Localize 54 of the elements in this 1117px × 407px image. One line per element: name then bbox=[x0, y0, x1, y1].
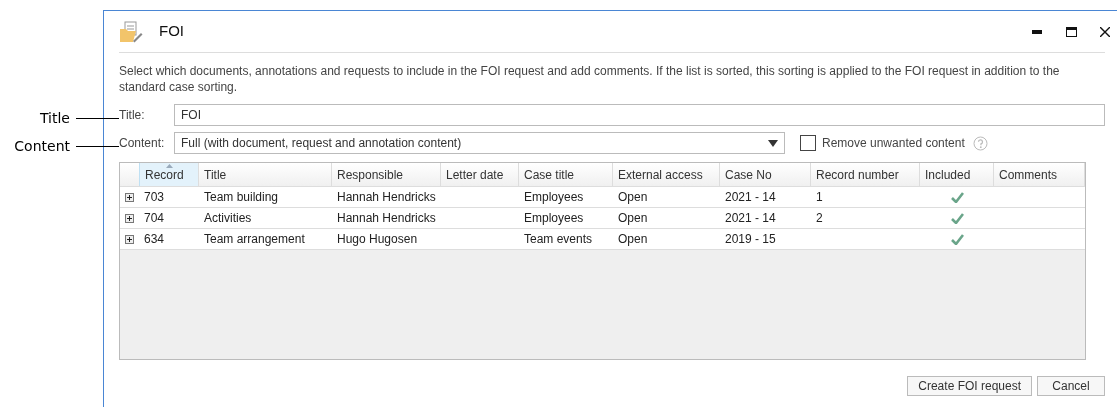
table-cell: 2 bbox=[816, 211, 823, 225]
expand-icon[interactable] bbox=[125, 213, 134, 223]
leader-line bbox=[76, 118, 119, 119]
table-cell: Open bbox=[618, 232, 648, 246]
window-title: FOI bbox=[159, 21, 185, 42]
title-field[interactable]: FOI bbox=[174, 104, 1105, 126]
column-header[interactable]: Letter date bbox=[441, 163, 519, 186]
table-cell: Team arrangement bbox=[204, 232, 305, 246]
maximize-icon bbox=[1065, 26, 1077, 37]
table-cell: Hannah Hendricks bbox=[337, 211, 436, 225]
expand-icon[interactable] bbox=[125, 234, 134, 244]
folder-document-icon bbox=[119, 20, 143, 43]
table-cell: Team building bbox=[204, 190, 279, 204]
remove-unwanted-checkbox[interactable] bbox=[800, 135, 816, 151]
column-header[interactable]: Case No bbox=[720, 163, 811, 186]
description-text: Select which documents, annotations and requests to include in the FOI request and add comments. If the list is sorted, this sorting is applied to the FOI request in addition to the standard case sorting. bbox=[119, 63, 1061, 95]
remove-unwanted-label: Remove unwanted content bbox=[822, 135, 965, 152]
table-cell: 2021 - 14 bbox=[725, 211, 776, 225]
table-cell: Team events bbox=[524, 232, 593, 246]
column-header[interactable]: Included bbox=[920, 163, 994, 186]
table-cell: Employees bbox=[524, 211, 584, 225]
column-header[interactable]: Comments bbox=[994, 163, 1085, 186]
leader-line bbox=[76, 146, 119, 147]
table-cell: Employees bbox=[524, 190, 584, 204]
column-header[interactable]: Case title bbox=[519, 163, 613, 186]
title-label: Title: bbox=[119, 107, 146, 124]
table-cell: 704 bbox=[144, 211, 165, 225]
close-icon bbox=[1100, 26, 1110, 37]
column-header[interactable]: Record bbox=[139, 163, 199, 186]
table-cell: 2021 - 14 bbox=[725, 190, 776, 204]
expand-icon[interactable] bbox=[125, 192, 134, 202]
table-cell: Open bbox=[618, 190, 648, 204]
table-cell: Hannah Hendricks bbox=[337, 190, 436, 204]
callout-label: Content bbox=[13, 137, 71, 156]
table-cell: 2019 - 15 bbox=[725, 232, 776, 246]
minimize-icon bbox=[1032, 29, 1042, 34]
table-cell: 1 bbox=[816, 190, 823, 204]
cancel-button[interactable]: Cancel bbox=[1037, 376, 1105, 396]
content-dropdown[interactable]: Full (with document, request and annotation content) bbox=[174, 132, 785, 154]
table-cell: Activities bbox=[204, 211, 252, 225]
table-cell: 634 bbox=[144, 232, 165, 246]
dropdown-caret-icon bbox=[768, 139, 778, 147]
table-cell: 703 bbox=[144, 190, 165, 204]
table-cell: Hugo Hugosen bbox=[337, 232, 418, 246]
callout-label: Title bbox=[39, 109, 71, 128]
column-header[interactable]: Responsible bbox=[332, 163, 441, 186]
table-cell: Open bbox=[618, 211, 648, 225]
help-icon bbox=[972, 135, 988, 151]
sort-ascending-icon bbox=[166, 164, 173, 168]
column-header[interactable]: Title bbox=[199, 163, 332, 186]
content-label: Content: bbox=[119, 135, 166, 152]
column-header[interactable]: Record number bbox=[811, 163, 920, 186]
column-header[interactable]: External access bbox=[613, 163, 720, 186]
create-button[interactable]: Create FOI request bbox=[907, 376, 1032, 396]
